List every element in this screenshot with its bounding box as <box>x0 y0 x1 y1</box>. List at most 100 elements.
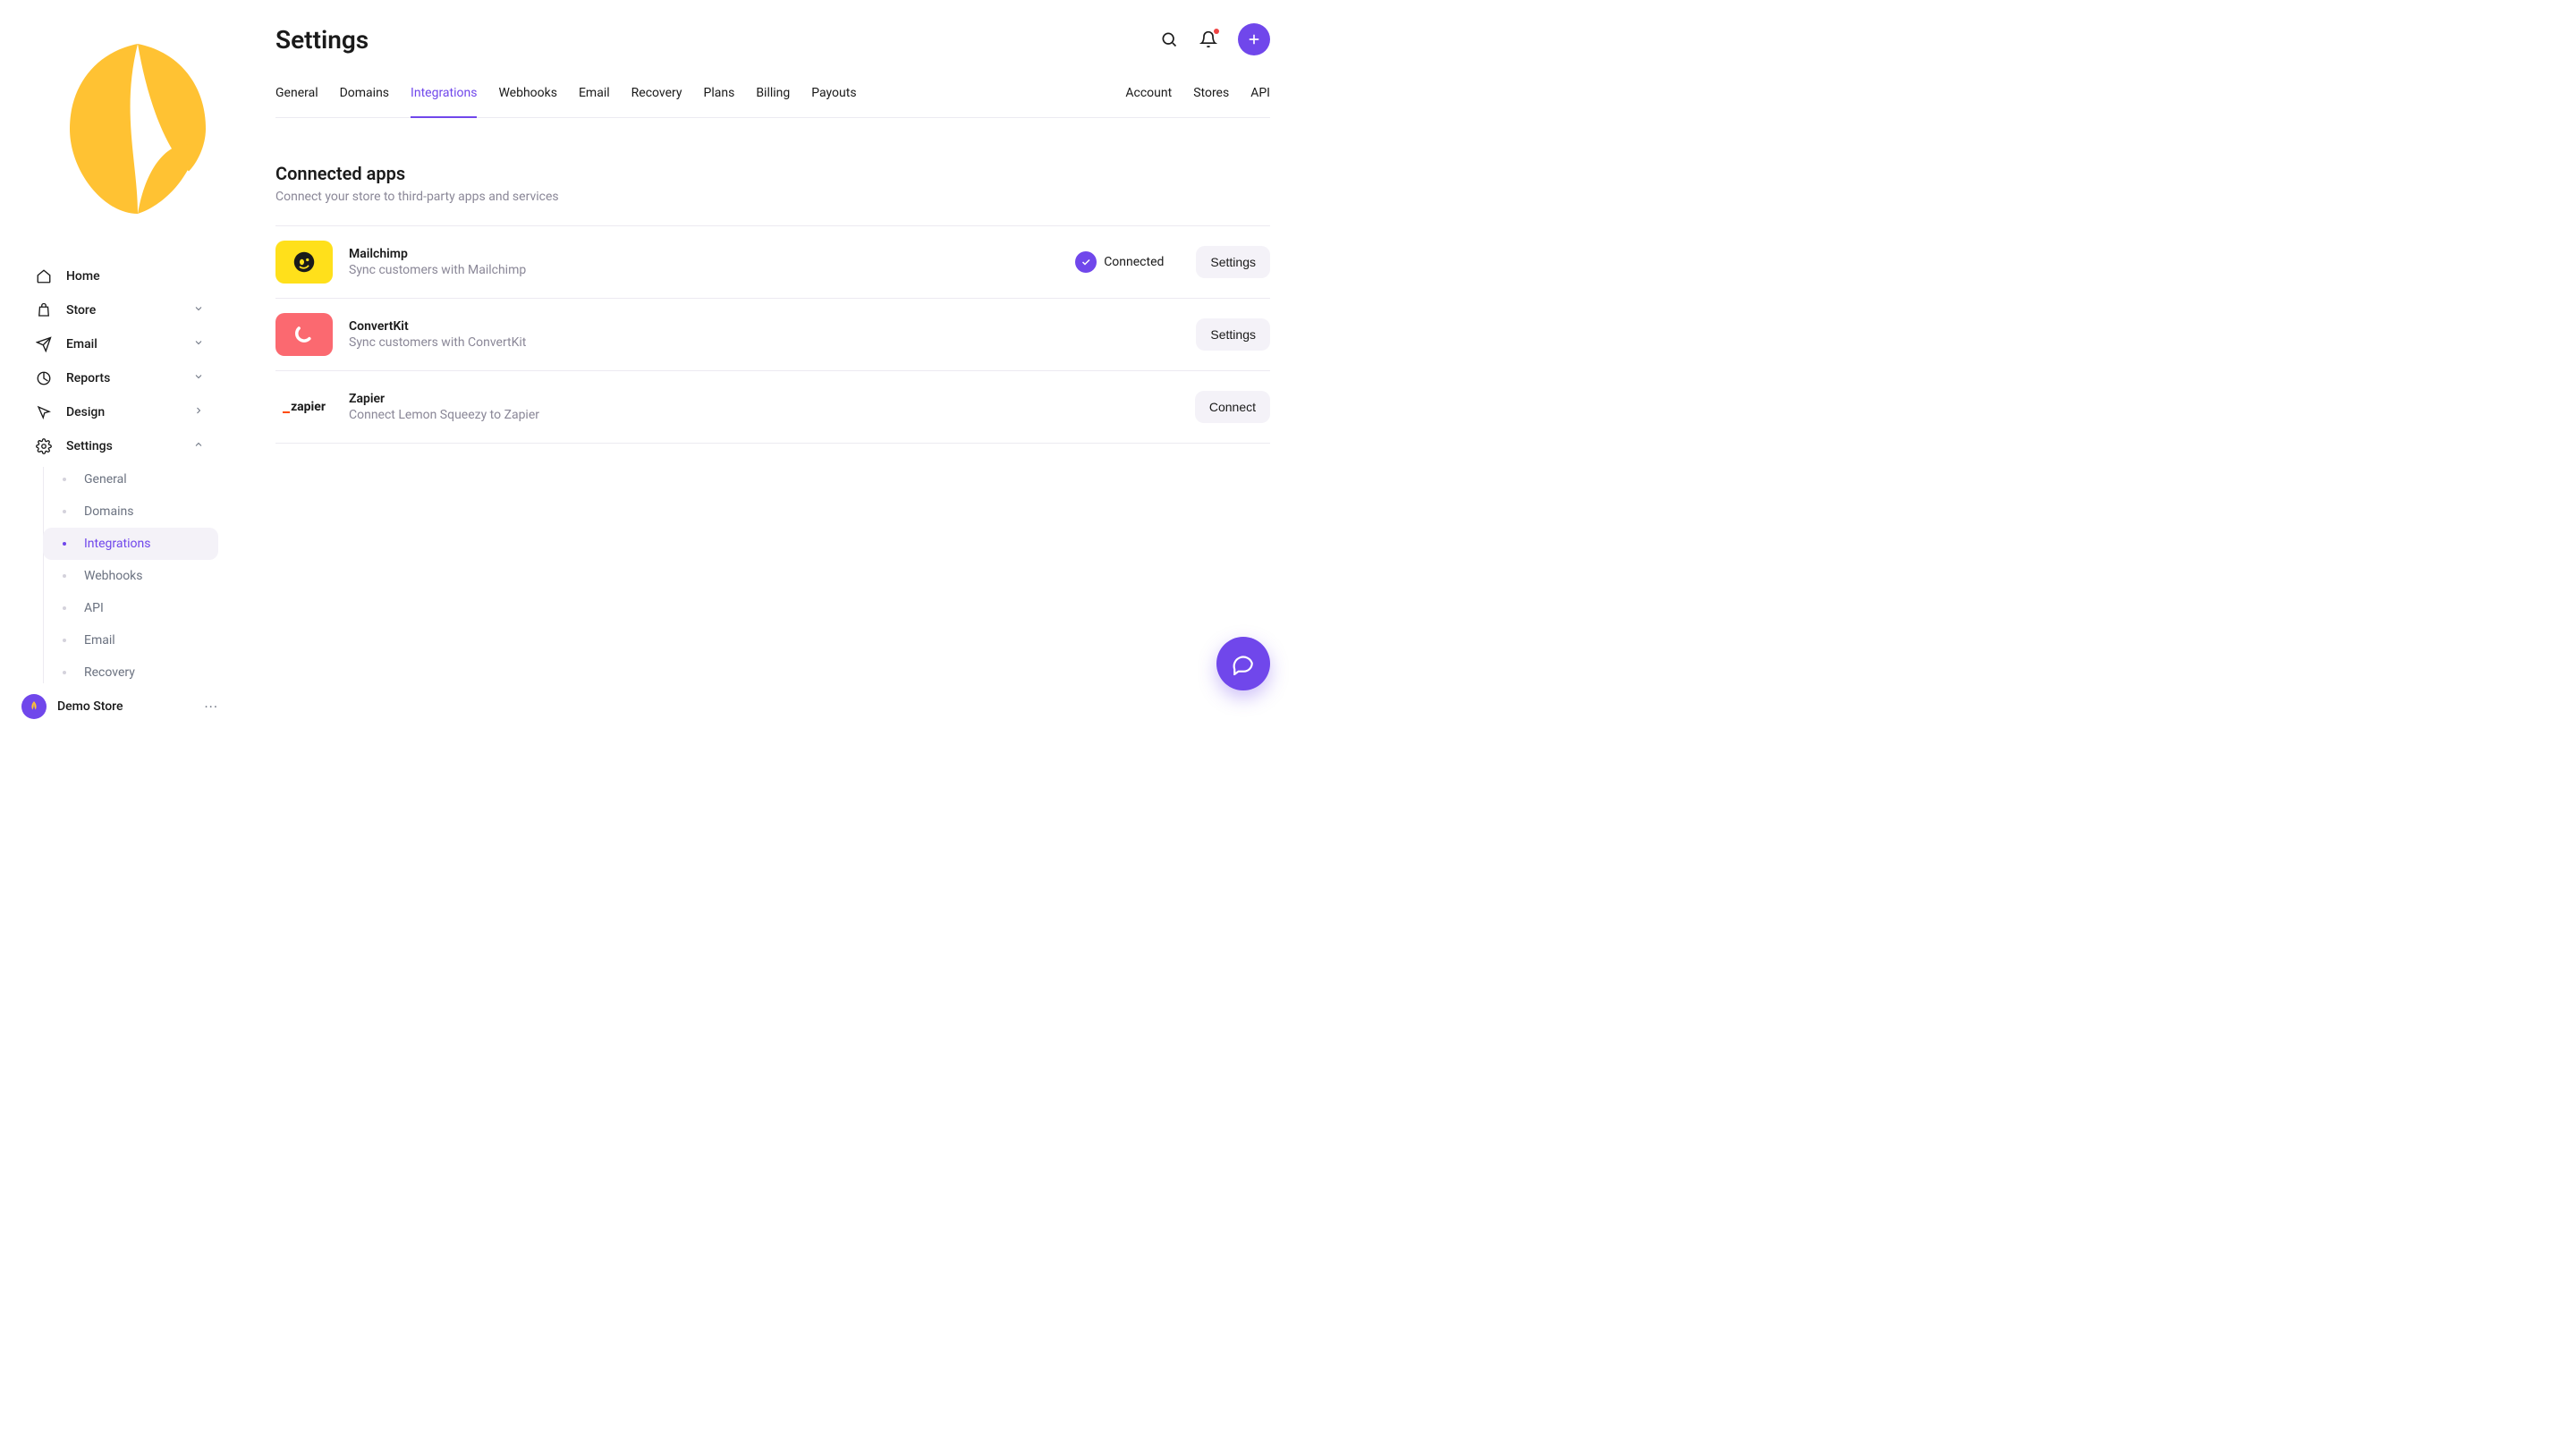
tab-integrations[interactable]: Integrations <box>411 86 477 118</box>
status-label: Connected <box>1104 255 1164 269</box>
cursor-icon <box>36 404 52 420</box>
chevron-down-icon <box>193 337 204 351</box>
store-switcher[interactable]: Demo Store ··· <box>0 683 240 726</box>
section-subtitle: Connect your store to third-party apps a… <box>275 190 1270 204</box>
subnav-item-webhooks[interactable]: Webhooks <box>43 560 218 592</box>
tab-webhooks[interactable]: Webhooks <box>498 86 557 118</box>
zapier-wordmark: zapier <box>291 400 326 414</box>
sidebar-item-store[interactable]: Store <box>21 293 218 327</box>
store-avatar-icon <box>21 694 47 719</box>
subnav-label: General <box>84 472 127 487</box>
tab-email[interactable]: Email <box>579 86 610 118</box>
app-name: Zapier <box>349 392 1179 406</box>
bullet-icon <box>63 639 66 642</box>
bullet-icon <box>63 606 66 610</box>
bullet-icon <box>63 542 66 546</box>
home-icon <box>36 268 52 284</box>
sidebar-item-label: Reports <box>66 371 110 385</box>
chevron-right-icon <box>193 405 204 419</box>
bullet-icon <box>63 510 66 513</box>
tabs-right: Account Stores API <box>1125 86 1270 117</box>
bag-icon <box>36 302 52 318</box>
primary-nav: Home Store Email Reports Design <box>0 259 240 683</box>
sidebar: Home Store Email Reports Design <box>0 0 240 726</box>
subnav-label: Webhooks <box>84 569 143 583</box>
tab-recovery[interactable]: Recovery <box>631 86 682 118</box>
plus-icon <box>1246 31 1262 47</box>
connected-status: Connected <box>1075 251 1164 273</box>
app-desc: Sync customers with ConvertKit <box>349 335 1180 350</box>
subnav-label: Integrations <box>84 537 150 551</box>
app-row-mailchimp: Mailchimp Sync customers with Mailchimp … <box>275 226 1270 299</box>
sidebar-item-label: Settings <box>66 439 113 453</box>
top-actions <box>1159 23 1270 55</box>
sidebar-item-design[interactable]: Design <box>21 395 218 429</box>
subnav-item-api[interactable]: API <box>43 592 218 624</box>
tab-stores[interactable]: Stores <box>1193 86 1229 118</box>
bullet-icon <box>63 671 66 674</box>
notification-dot-icon <box>1214 29 1219 34</box>
sidebar-item-label: Email <box>66 337 97 351</box>
app-connect-button[interactable]: Connect <box>1195 391 1270 423</box>
convertkit-logo-icon <box>275 313 333 356</box>
sidebar-item-label: Store <box>66 303 96 318</box>
send-icon <box>36 336 52 352</box>
app-info: Mailchimp Sync customers with Mailchimp <box>349 247 1059 277</box>
tab-account[interactable]: Account <box>1125 86 1172 118</box>
chart-icon <box>36 370 52 386</box>
tab-billing[interactable]: Billing <box>756 86 790 118</box>
chat-icon <box>1232 652 1255 675</box>
search-button[interactable] <box>1159 30 1179 49</box>
tab-general[interactable]: General <box>275 86 318 118</box>
app-info: Zapier Connect Lemon Squeezy to Zapier <box>349 392 1179 422</box>
zapier-logo-icon: _zapier <box>275 385 333 428</box>
app-row-convertkit: ConvertKit Sync customers with ConvertKi… <box>275 299 1270 371</box>
subnav-item-email[interactable]: Email <box>43 624 218 656</box>
tab-domains[interactable]: Domains <box>340 86 389 118</box>
tabs-left: General Domains Integrations Webhooks Em… <box>275 86 857 117</box>
lemon-leaf-icon[interactable] <box>36 220 240 234</box>
tab-payouts[interactable]: Payouts <box>811 86 856 118</box>
app-desc: Connect Lemon Squeezy to Zapier <box>349 408 1179 422</box>
connected-apps-section: Connected apps Connect your store to thi… <box>275 118 1270 444</box>
app-settings-button[interactable]: Settings <box>1196 246 1270 278</box>
sidebar-item-email[interactable]: Email <box>21 327 218 361</box>
app-name: Mailchimp <box>349 247 1059 261</box>
app-name: ConvertKit <box>349 319 1180 334</box>
help-fab[interactable] <box>1216 637 1270 690</box>
store-name: Demo Store <box>57 699 193 714</box>
subnav-item-integrations[interactable]: Integrations <box>43 528 218 560</box>
chevron-down-icon <box>193 303 204 318</box>
subnav-label: API <box>84 601 104 615</box>
logo-row <box>0 27 240 234</box>
sidebar-item-settings[interactable]: Settings <box>21 429 218 463</box>
subnav-item-domains[interactable]: Domains <box>43 495 218 528</box>
subnav-label: Domains <box>84 504 133 519</box>
app-row-zapier: _zapier Zapier Connect Lemon Squeezy to … <box>275 371 1270 444</box>
sidebar-item-home[interactable]: Home <box>21 259 218 293</box>
app-desc: Sync customers with Mailchimp <box>349 263 1059 277</box>
app-info: ConvertKit Sync customers with ConvertKi… <box>349 319 1180 350</box>
subnav-item-general[interactable]: General <box>43 463 218 495</box>
bullet-icon <box>63 574 66 578</box>
tab-api[interactable]: API <box>1250 86 1270 118</box>
create-button[interactable] <box>1238 23 1270 55</box>
sidebar-item-label: Design <box>66 405 105 419</box>
app-list: Mailchimp Sync customers with Mailchimp … <box>275 225 1270 444</box>
subnav-label: Email <box>84 633 115 648</box>
app-settings-button[interactable]: Settings <box>1196 318 1270 351</box>
subnav-item-recovery[interactable]: Recovery <box>43 656 218 683</box>
sidebar-item-label: Home <box>66 269 100 284</box>
bullet-icon <box>63 478 66 481</box>
sidebar-item-reports[interactable]: Reports <box>21 361 218 395</box>
settings-subnav: General Domains Integrations Webhooks AP… <box>43 463 218 683</box>
check-icon <box>1075 251 1097 273</box>
tab-plans[interactable]: Plans <box>704 86 735 118</box>
topbar: Settings <box>275 0 1270 63</box>
notifications-button[interactable] <box>1199 30 1218 49</box>
more-icon[interactable]: ··· <box>204 699 218 716</box>
search-icon <box>1160 30 1178 48</box>
subnav-label: Recovery <box>84 665 135 680</box>
settings-tabs: General Domains Integrations Webhooks Em… <box>275 86 1270 118</box>
section-title: Connected apps <box>275 163 1270 184</box>
